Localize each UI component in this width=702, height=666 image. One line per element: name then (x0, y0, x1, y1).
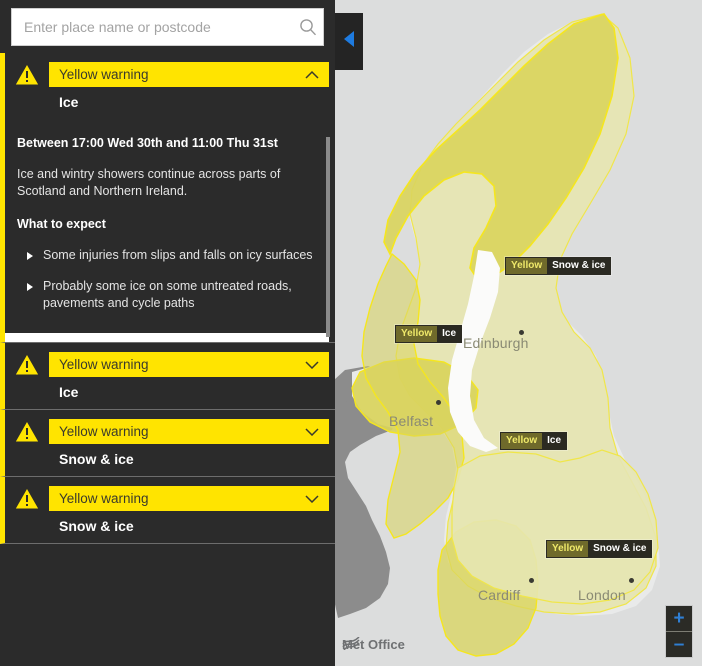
what-to-expect-heading: What to expect (17, 217, 106, 231)
search-box[interactable] (11, 7, 324, 46)
warning-header[interactable]: Yellow warning (5, 343, 335, 381)
map-badge-ice-scotland[interactable]: Yellow Ice (395, 325, 463, 343)
warning-level-label: Yellow warning (59, 66, 149, 82)
warning-level-bar[interactable]: Yellow warning (49, 61, 329, 87)
zoom-out-button[interactable]: – (666, 632, 692, 657)
city-dot-belfast (436, 400, 441, 405)
warning-triangle-icon (5, 352, 49, 376)
map-badge-type: Ice (437, 326, 462, 342)
zoom-in-button[interactable]: + (666, 606, 692, 632)
map-badge-level: Yellow (396, 326, 438, 342)
warning-triangle-icon (5, 486, 49, 510)
chevron-left-icon (342, 30, 357, 53)
map-zoom-controls: + – (665, 605, 693, 658)
map-badge-level: Yellow (547, 541, 589, 557)
map-badge-type: Snow & ice (588, 541, 652, 557)
map-badge-ice-northwest[interactable]: Yellow Ice (500, 432, 568, 450)
city-label-edinburgh: Edinburgh (463, 335, 529, 351)
warning-type-label: Ice (59, 94, 79, 110)
what-to-expect-list: Some injuries from slips and falls on ic… (17, 247, 315, 312)
search-icon[interactable] (293, 18, 323, 36)
chevron-down-icon[interactable] (303, 425, 321, 437)
warnings-sidebar: Yellow warning Ice Between 17:00 Wed 30t… (0, 0, 335, 666)
map-badge-type: Ice (542, 433, 567, 449)
details-horizontal-scrollbar[interactable] (5, 332, 329, 342)
map-badge-snow-ice-england[interactable]: Yellow Snow & ice (546, 540, 653, 558)
warning-level-bar[interactable]: Yellow warning (49, 418, 329, 444)
warning-level-label: Yellow warning (59, 490, 149, 506)
warning-level-label: Yellow warning (59, 356, 149, 372)
city-label-london: London (578, 587, 626, 603)
warning-level-bar[interactable]: Yellow warning (49, 485, 329, 511)
warning-triangle-icon (5, 419, 49, 443)
details-scrollbar[interactable] (326, 137, 330, 337)
warning-triangle-icon (5, 62, 49, 86)
warning-level-bar[interactable]: Yellow warning (49, 351, 329, 377)
city-label-belfast: Belfast (389, 413, 434, 429)
map-badge-level: Yellow (506, 258, 548, 274)
city-dot-cardiff (529, 578, 534, 583)
city-dot-london (629, 578, 634, 583)
warning-item-expanded[interactable]: Yellow warning Ice Between 17:00 Wed 30t… (0, 53, 335, 343)
warning-item-collapsed[interactable]: Yellow warning Snow & ice (0, 410, 335, 477)
warning-header[interactable]: Yellow warning (5, 477, 335, 515)
warning-type-label: Snow & ice (59, 518, 134, 534)
warning-description: Ice and wintry showers continue across p… (17, 167, 281, 198)
map-badge-snow-ice-scotland[interactable]: Yellow Snow & ice (505, 257, 612, 275)
warning-type-label: Ice (59, 384, 79, 400)
city-label-cardiff: Cardiff (478, 587, 521, 603)
met-office-wave-icon (342, 637, 360, 650)
search-input[interactable] (22, 9, 293, 44)
warning-details: Between 17:00 Wed 30th and 11:00 Thu 31s… (5, 119, 335, 337)
warnings-list[interactable]: Yellow warning Ice Between 17:00 Wed 30t… (0, 53, 335, 666)
map-badge-level: Yellow (501, 433, 543, 449)
warning-header[interactable]: Yellow warning (5, 410, 335, 448)
expect-item: Some injuries from slips and falls on ic… (17, 247, 315, 264)
warning-dates: Between 17:00 Wed 30th and 11:00 Thu 31s… (17, 136, 278, 150)
chevron-down-icon[interactable] (303, 358, 321, 370)
warning-item-collapsed[interactable]: Yellow warning Snow & ice (0, 477, 335, 544)
warning-header[interactable]: Yellow warning (5, 53, 335, 91)
met-office-logo: Met Office (342, 637, 405, 652)
search-bar (0, 0, 335, 53)
warning-area-snow-ice-south (451, 449, 659, 605)
map-badge-type: Snow & ice (547, 258, 611, 274)
warning-item-collapsed[interactable]: Yellow warning Ice (0, 343, 335, 410)
chevron-up-icon[interactable] (303, 68, 321, 80)
warning-type-label: Snow & ice (59, 451, 134, 467)
met-office-warnings-app: Edinburgh Belfast Cardiff London Yellow … (0, 0, 702, 666)
sidebar-collapse-toggle[interactable] (335, 13, 363, 70)
warning-level-label: Yellow warning (59, 423, 149, 439)
expect-item: Probably some ice on some untreated road… (17, 278, 315, 312)
chevron-down-icon[interactable] (303, 492, 321, 504)
